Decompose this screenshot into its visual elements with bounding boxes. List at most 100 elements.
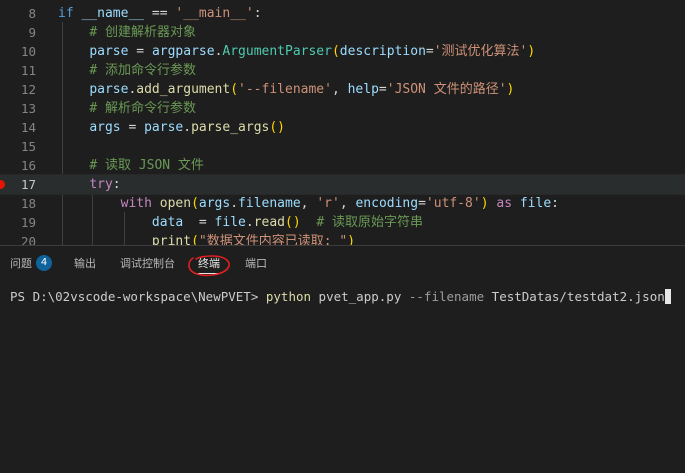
code-token: try	[89, 177, 113, 192]
code-token: =	[120, 120, 145, 135]
code-token: "数据文件内容已读取: "	[198, 234, 348, 245]
code-text: with open(args.filename, 'r', encoding='…	[58, 194, 559, 213]
code-token: ,	[300, 196, 317, 211]
tab-problems[interactable]: 问题 4	[10, 246, 52, 282]
code-token: # 创建解析器对象	[89, 25, 196, 40]
code-token: '__main__'	[175, 6, 254, 21]
line-number: 11	[20, 63, 36, 78]
line-number: 20	[20, 234, 36, 245]
code-token: ()	[285, 215, 301, 230]
code-token: '测试优化算法'	[433, 44, 528, 59]
code-token: read	[253, 215, 285, 230]
line-number: 12	[20, 82, 36, 97]
code-token: # 读取 JSON 文件	[89, 158, 204, 173]
problems-count-badge: 4	[36, 255, 52, 271]
terminal-output[interactable]: PS D:\02vscode-workspace\NewPVET> python…	[10, 288, 671, 306]
line-number: 9	[28, 25, 36, 40]
terminal-arg: pvet_app.py	[311, 289, 409, 304]
tab-ports-label: 端口	[245, 257, 267, 270]
tab-debug-console[interactable]: 调试控制台	[120, 246, 175, 282]
code-text: parse.add_argument('--filename', help='J…	[58, 80, 514, 99]
code-token: open	[159, 196, 192, 211]
code-token: parse	[89, 44, 129, 59]
code-line[interactable]: 10 parse = argparse.ArgumentParser(descr…	[0, 42, 685, 61]
code-line[interactable]: 11 # 添加命令行参数	[0, 61, 685, 80]
terminal-command: python	[265, 289, 312, 304]
code-token: ,	[331, 82, 348, 97]
code-token: '--filename'	[238, 82, 332, 97]
code-token: ()	[269, 120, 286, 135]
panel-tabs: 问题 4 输出 调试控制台 终端 端口	[0, 246, 685, 282]
code-editor[interactable]: 8 if __name__ == '__main__': 9 # 创建解析器对象 10…	[0, 0, 685, 245]
code-token: =	[128, 44, 152, 59]
terminal-cursor	[664, 289, 671, 304]
code-token: __name__	[81, 6, 145, 21]
code-token: args	[198, 196, 231, 211]
line-number: 17	[20, 177, 36, 192]
code-line[interactable]: 12 parse.add_argument('--filename', help…	[0, 80, 685, 99]
line-number: 14	[20, 120, 36, 135]
code-token: parse_args	[191, 120, 270, 135]
code-token: (	[230, 82, 239, 97]
line-number: 18	[20, 196, 36, 211]
bottom-panel: 问题 4 输出 调试控制台 终端 端口 PS D:\02vscode-worksp…	[0, 245, 685, 473]
code-token: parse	[89, 82, 129, 97]
code-token: 'JSON 文件的路径'	[386, 82, 507, 97]
line-number: 19	[20, 215, 36, 230]
code-token: =	[425, 44, 434, 59]
code-token: :	[112, 177, 121, 192]
line-number: 8	[28, 6, 36, 21]
code-token: description	[339, 44, 426, 59]
code-token: # 读取原始字符串	[316, 215, 423, 230]
line-number: 13	[20, 101, 36, 116]
code-line[interactable]: 18 with open(args.filename, 'r', encodin…	[0, 194, 685, 213]
code-line[interactable]: 20 print("数据文件内容已读取: ")	[0, 232, 685, 245]
code-text: data = file.read() # 读取原始字符串	[58, 213, 423, 232]
code-line[interactable]: 13 # 解析命令行参数	[0, 99, 685, 118]
code-line[interactable]: 17 try:	[0, 174, 685, 195]
terminal-file: TestDatas/testdat2.json	[484, 289, 665, 304]
code-token: 'utf-8'	[425, 196, 481, 211]
code-text: args = parse.parse_args()	[58, 118, 285, 137]
code-token: .	[245, 215, 254, 230]
code-token: )	[347, 234, 356, 245]
code-token: :	[551, 196, 559, 211]
code-line[interactable]: 16 # 读取 JSON 文件	[0, 156, 685, 175]
code-token: encoding	[355, 196, 419, 211]
tab-terminal[interactable]: 终端	[198, 246, 220, 282]
code-line[interactable]: 8 if __name__ == '__main__':	[0, 4, 685, 23]
code-token: # 添加命令行参数	[89, 63, 196, 78]
code-token: ArgumentParser	[222, 44, 332, 59]
tab-output[interactable]: 输出	[74, 246, 96, 282]
code-token: =	[183, 215, 215, 230]
code-token: as	[496, 196, 513, 211]
line-number: 16	[20, 158, 36, 173]
tab-ports[interactable]: 端口	[245, 246, 267, 282]
code-line[interactable]: 19 data = file.read() # 读取原始字符串	[0, 213, 685, 232]
code-token: filename	[238, 196, 301, 211]
code-token: =	[378, 82, 387, 97]
code-line[interactable]: 9 # 创建解析器对象	[0, 23, 685, 42]
tab-output-label: 输出	[74, 257, 96, 270]
code-token: =	[418, 196, 426, 211]
code-token: )	[527, 44, 536, 59]
code-token: add_argument	[136, 82, 231, 97]
code-line[interactable]: 14 args = parse.parse_args()	[0, 118, 685, 137]
code-line[interactable]: 15	[0, 137, 685, 156]
tab-debug-console-label: 调试控制台	[120, 257, 175, 270]
code-token: # 解析命令行参数	[89, 101, 196, 116]
code-text: try:	[58, 175, 121, 194]
code-token: .	[183, 120, 192, 135]
code-token: ==	[144, 6, 176, 21]
code-token: print	[151, 234, 192, 245]
code-text: print("数据文件内容已读取: ")	[58, 232, 355, 245]
